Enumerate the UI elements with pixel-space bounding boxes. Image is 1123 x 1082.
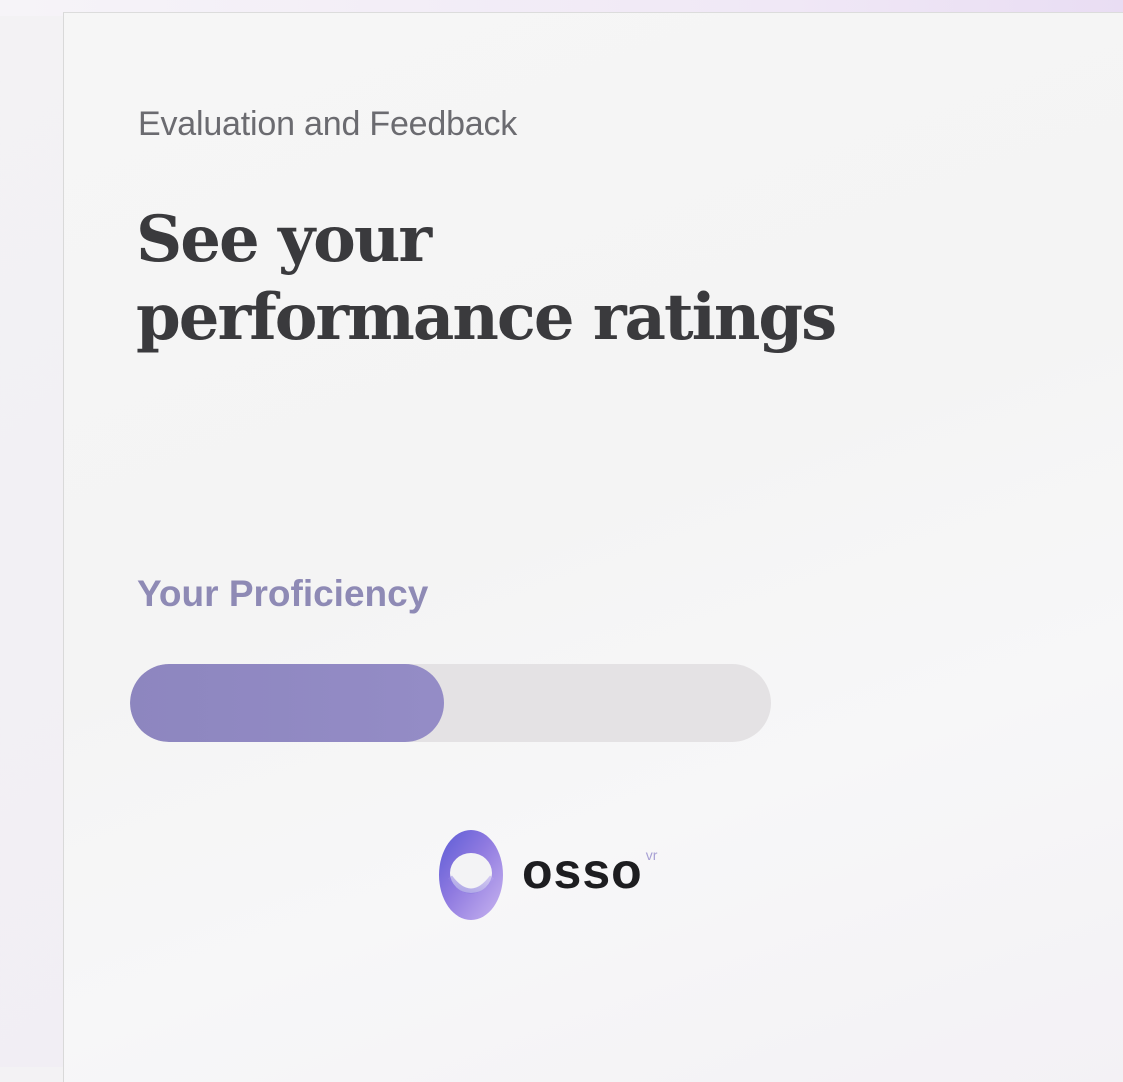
page-title-line-2: performance ratings — [136, 280, 837, 355]
brand-name: osso — [522, 843, 643, 899]
brand-superscript: vr — [645, 847, 658, 863]
proficiency-progress-fill — [130, 664, 445, 742]
feature-card: Evaluation and Feedback See your perform… — [63, 12, 1123, 1082]
page-title: See your performance ratings — [136, 201, 996, 357]
section-eyebrow: Evaluation and Feedback — [138, 105, 518, 143]
osso-ring-logo-svg — [439, 830, 503, 920]
page-title-line-1: See your — [136, 202, 432, 277]
osso-ring-logo-icon — [436, 825, 506, 925]
brand-logo: osso vr — [436, 731, 658, 920]
proficiency-label: Your Proficiency — [137, 573, 429, 614]
